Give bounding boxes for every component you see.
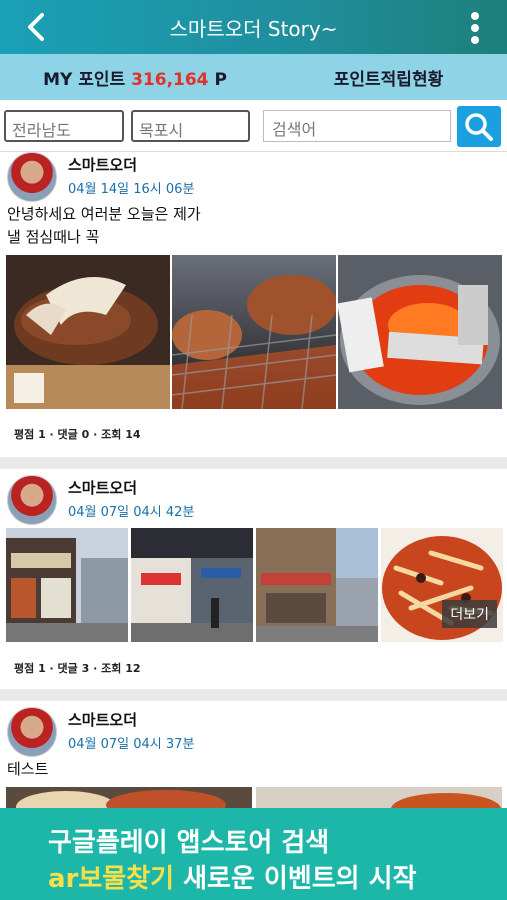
post-photo-more[interactable]: 더보기: [381, 528, 503, 642]
more-photos-button[interactable]: 더보기: [442, 600, 497, 628]
post-card[interactable]: 스마트오더 04월 07일 04시 37분 테스트: [0, 701, 507, 808]
my-points-unit: P: [214, 69, 227, 90]
post-date: 04월 07일 04시 37분: [68, 737, 195, 752]
search-button[interactable]: [457, 106, 501, 147]
banner-highlight: ar보물찾기: [48, 864, 175, 894]
post-date: 04월 14일 16시 06분: [68, 182, 195, 197]
banner-line1: 구글플레이 앱스토어 검색: [48, 828, 330, 858]
post-author: 스마트오더: [68, 156, 138, 174]
more-vertical-icon[interactable]: [469, 12, 481, 44]
promo-banner[interactable]: 구글플레이 앱스토어 검색 ar보물찾기 새로운 이벤트의 시작: [0, 808, 507, 900]
points-history-link[interactable]: 포인트적립현황: [270, 65, 507, 90]
banner-line2-text: 새로운 이벤트의 시작: [174, 864, 417, 894]
post-text-line: 낼 점심때나 꼭: [7, 228, 100, 246]
post-photo[interactable]: [256, 787, 502, 808]
search-icon: [465, 113, 493, 141]
banner-line2: ar보물찾기 새로운 이벤트의 시작: [48, 858, 417, 895]
story-feed[interactable]: 스마트오더 04월 14일 16시 06분 안녕하세요 여러분 오늘은 제가 낼…: [0, 152, 507, 808]
post-stats: 평점 1 · 댓글 3 · 조회 12: [14, 662, 141, 675]
post-card[interactable]: 스마트오더 04월 07일 04시 42분 더보기 평점 1 · 댓글 3 · …: [0, 469, 507, 689]
post-photo[interactable]: [172, 255, 336, 409]
city-select[interactable]: 목포시: [131, 110, 250, 142]
app-header: 스마트오더 Story~: [0, 0, 507, 54]
post-text-line: 테스트: [7, 760, 49, 778]
post-photo[interactable]: [6, 787, 252, 808]
region-select[interactable]: 전라남도: [4, 110, 124, 142]
post-text-line: 안녕하세요 여러분 오늘은 제가: [7, 205, 201, 223]
post-date: 04월 07일 04시 42분: [68, 505, 195, 520]
my-points: MY 포인트 316,164 P: [0, 65, 270, 90]
avatar: [7, 475, 57, 525]
post-photo[interactable]: [6, 528, 128, 642]
post-photo[interactable]: [131, 528, 253, 642]
page-title: 스마트오더 Story~: [169, 16, 338, 41]
my-points-value: 316,164: [131, 69, 209, 90]
avatar: [7, 152, 57, 202]
post-stats: 평점 1 · 댓글 0 · 조회 14: [14, 428, 141, 441]
post-photo[interactable]: [6, 255, 170, 409]
avatar: [7, 707, 57, 757]
post-author: 스마트오더: [68, 479, 138, 497]
back-arrow-icon[interactable]: [22, 12, 52, 42]
post-photo[interactable]: [256, 528, 378, 642]
post-photo[interactable]: [338, 255, 502, 409]
filter-bar: 전라남도 목포시 검색어: [0, 100, 507, 152]
search-input[interactable]: 검색어: [263, 110, 451, 142]
my-points-label: MY 포인트: [43, 69, 126, 90]
points-bar: MY 포인트 316,164 P 포인트적립현황: [0, 54, 507, 100]
post-author: 스마트오더: [68, 711, 138, 729]
post-card[interactable]: 스마트오더 04월 14일 16시 06분 안녕하세요 여러분 오늘은 제가 낼…: [0, 152, 507, 457]
